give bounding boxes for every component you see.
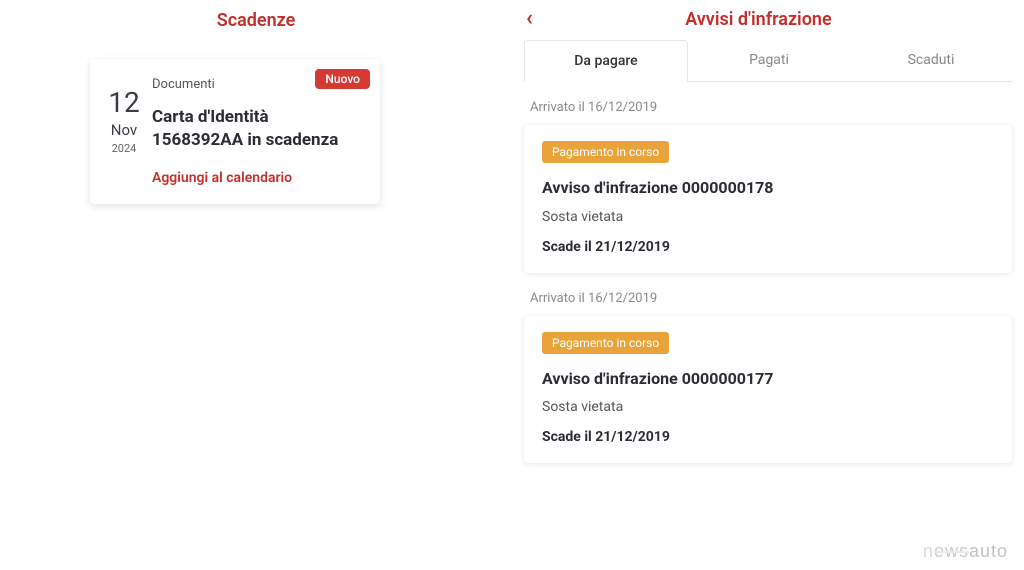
deadline-year: 2024 [108, 142, 140, 155]
deadlines-title: Scadenze [20, 10, 492, 31]
deadline-card[interactable]: Nuovo 12 Nov 2024 Documenti Carta d'Iden… [90, 59, 380, 204]
infraction-desc: Sosta vietata [542, 399, 994, 415]
arrival-label: Arrivato il 16/12/2019 [530, 291, 1006, 306]
infraction-due: Scade il 21/12/2019 [542, 239, 994, 255]
tab-paid[interactable]: Pagati [688, 40, 850, 81]
arrival-label: Arrivato il 16/12/2019 [530, 100, 1006, 115]
watermark: newsauto [923, 541, 1008, 562]
status-badge: Pagamento in corso [542, 141, 669, 163]
infraction-list: Arrivato il 16/12/2019 Pagamento in cors… [512, 100, 1024, 463]
infraction-desc: Sosta vietata [542, 209, 994, 225]
watermark-part1: n [923, 541, 934, 561]
deadline-info: Documenti Carta d'Identità 1568392AA in … [152, 77, 362, 186]
watermark-part3: auto [969, 541, 1008, 561]
deadline-month: Nov [108, 121, 140, 139]
watermark-part2: ews [934, 541, 969, 561]
infraction-due: Scade il 21/12/2019 [542, 429, 994, 445]
infractions-pane: ‹ Avvisi d'infrazione Da pagare Pagati S… [512, 0, 1024, 570]
infraction-card[interactable]: Pagamento in corso Avviso d'infrazione 0… [524, 316, 1012, 464]
status-badge: Pagamento in corso [542, 332, 669, 354]
deadline-item-title: Carta d'Identità 1568392AA in scadenza [152, 106, 362, 152]
new-badge: Nuovo [315, 69, 370, 89]
infractions-header: ‹ Avvisi d'infrazione [512, 0, 1024, 40]
deadlines-header: Scadenze [20, 10, 492, 31]
back-icon[interactable]: ‹ [518, 8, 541, 30]
infraction-item-title: Avviso d'infrazione 0000000177 [542, 368, 994, 390]
deadline-date: 12 Nov 2024 [108, 77, 152, 186]
tab-expired[interactable]: Scaduti [850, 40, 1012, 81]
deadline-day: 12 [108, 89, 140, 117]
infraction-item-title: Avviso d'infrazione 0000000178 [542, 177, 994, 199]
infractions-title: Avvisi d'infrazione [541, 9, 976, 30]
infractions-tabs: Da pagare Pagati Scaduti [524, 40, 1012, 82]
infraction-card[interactable]: Pagamento in corso Avviso d'infrazione 0… [524, 125, 1012, 273]
tab-to-pay[interactable]: Da pagare [524, 40, 688, 82]
add-to-calendar-link[interactable]: Aggiungi al calendario [152, 170, 362, 186]
deadlines-pane: Scadenze Nuovo 12 Nov 2024 Documenti Car… [0, 0, 512, 570]
